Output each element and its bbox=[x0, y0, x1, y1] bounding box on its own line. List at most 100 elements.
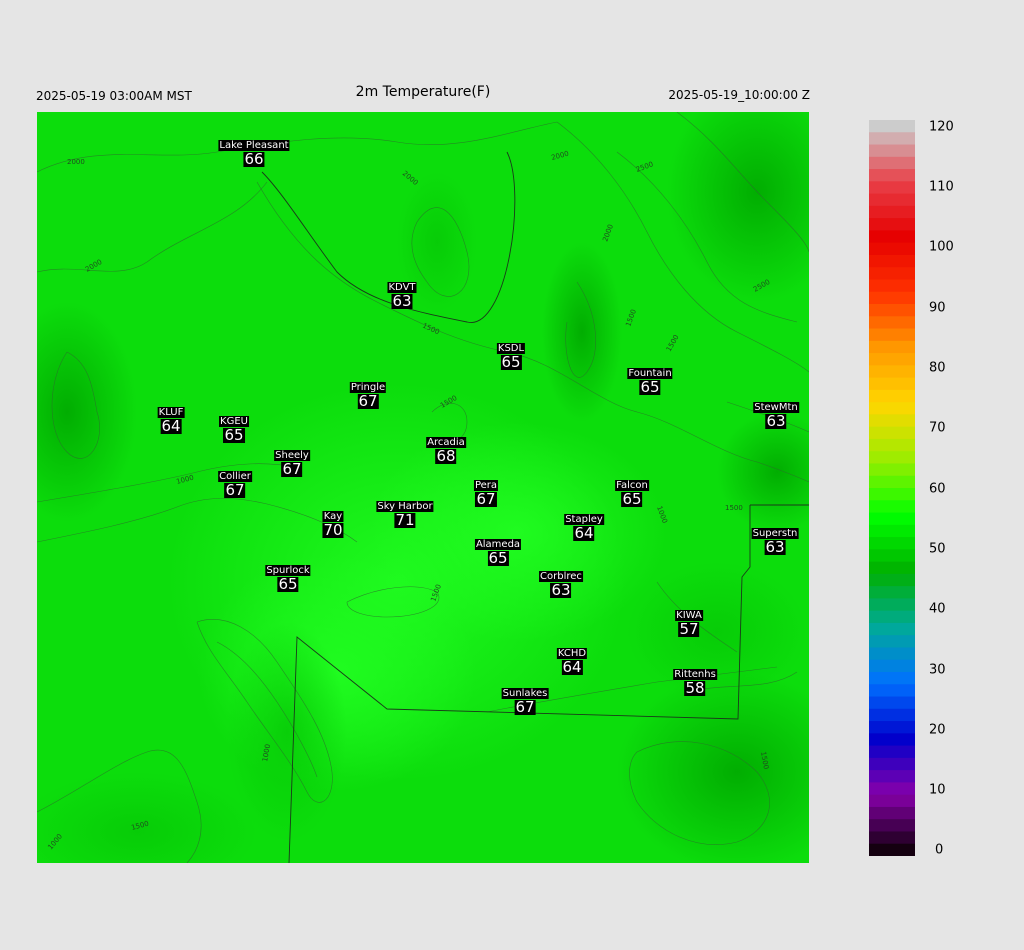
colorbar-segment bbox=[869, 389, 915, 403]
colorbar-segment bbox=[869, 622, 915, 636]
colorbar-segment bbox=[869, 721, 915, 734]
utc-time-label: 2025-05-19_10:00:00 Z bbox=[668, 88, 810, 102]
temperature-map: 2000 2000 2000 2500 2000 1500 2500 2000 … bbox=[37, 112, 809, 863]
colorbar-segment bbox=[869, 782, 915, 796]
station-temperature: 63 bbox=[764, 538, 786, 556]
colorbar-segment bbox=[869, 340, 915, 354]
colorbar-segment bbox=[869, 745, 915, 759]
colorbar-segment bbox=[869, 377, 915, 391]
station-temperature: 63 bbox=[550, 581, 572, 599]
colorbar-segment bbox=[869, 205, 915, 219]
station-temperature: 67 bbox=[224, 481, 246, 499]
station-temperature: 65 bbox=[621, 490, 643, 508]
colorbar-tick: 90 bbox=[929, 300, 946, 316]
colorbar-segment bbox=[869, 757, 915, 771]
contour-label: 1500 bbox=[725, 504, 743, 512]
colorbar-segment bbox=[869, 696, 915, 710]
colorbar-segment bbox=[869, 426, 915, 440]
colorbar-segment bbox=[869, 524, 915, 538]
station-temperature: 67 bbox=[357, 392, 379, 410]
station-temperature: 64 bbox=[573, 524, 595, 542]
colorbar-segment bbox=[869, 291, 915, 305]
colorbar-segment bbox=[869, 181, 915, 195]
colorbar-segment bbox=[869, 672, 915, 685]
colorbar-segment bbox=[869, 537, 915, 550]
colorbar-segment bbox=[869, 365, 915, 379]
station-marker: Sky Harbor 71 bbox=[376, 501, 434, 529]
colorbar-segment bbox=[869, 708, 915, 722]
station-temperature: 58 bbox=[684, 679, 706, 697]
colorbar-tick: 60 bbox=[929, 481, 946, 497]
colorbar-segment bbox=[869, 586, 915, 599]
colorbar-segment bbox=[869, 254, 915, 268]
station-marker: KCHD 64 bbox=[556, 648, 588, 675]
station-marker: Sunlakes 67 bbox=[501, 688, 549, 716]
colorbar-segment bbox=[869, 806, 915, 820]
colorbar-segment bbox=[869, 267, 915, 281]
colorbar-segment bbox=[869, 488, 915, 501]
colorbar-tick: 40 bbox=[929, 601, 946, 617]
station-temperature: 57 bbox=[678, 620, 700, 638]
station-marker: Corblrec 63 bbox=[539, 571, 583, 598]
contour-label: 2000 bbox=[67, 158, 85, 166]
station-temperature: 71 bbox=[394, 511, 416, 529]
colorbar-segment bbox=[869, 169, 915, 182]
station-marker: KDVT 63 bbox=[387, 282, 417, 309]
colorbar-segment bbox=[869, 794, 915, 808]
station-marker: Alameda 65 bbox=[474, 539, 522, 566]
station-marker: KIWA 57 bbox=[675, 610, 703, 637]
station-marker: Pringle 67 bbox=[349, 382, 387, 410]
colorbar-segment bbox=[869, 475, 915, 489]
colorbar-segment bbox=[869, 647, 915, 661]
colorbar-segment bbox=[869, 635, 915, 649]
station-marker: Kay 70 bbox=[322, 511, 344, 539]
colorbar-segment bbox=[869, 659, 915, 673]
colorbar-segment bbox=[869, 733, 915, 747]
colorbar-segment bbox=[869, 414, 915, 428]
colorbar-segment bbox=[869, 218, 915, 231]
colorbar-segment bbox=[869, 120, 915, 133]
colorbar-tick: 10 bbox=[929, 782, 946, 798]
station-temperature: 65 bbox=[277, 575, 299, 593]
colorbar-tick: 20 bbox=[929, 722, 946, 738]
station-marker: Arcadia 68 bbox=[426, 437, 466, 464]
station-temperature: 64 bbox=[160, 417, 182, 435]
colorbar-segment bbox=[869, 598, 915, 612]
station-marker: Lake Pleasant 66 bbox=[218, 140, 290, 167]
station-temperature: 67 bbox=[514, 698, 536, 716]
colorbar-segment bbox=[869, 512, 915, 526]
colorbar-segment bbox=[869, 438, 915, 452]
station-temperature: 70 bbox=[322, 521, 344, 539]
colorbar-segment bbox=[869, 304, 915, 317]
colorbar-segment bbox=[869, 831, 915, 845]
colorbar-segment bbox=[869, 242, 915, 256]
colorbar-segment bbox=[869, 328, 915, 342]
colorbar-segment bbox=[869, 230, 915, 244]
station-temperature: 63 bbox=[765, 412, 787, 430]
colorbar-segment bbox=[869, 684, 915, 698]
colorbar-segment bbox=[869, 193, 915, 207]
station-marker: Sheely 67 bbox=[274, 450, 310, 477]
station-marker: KLUF 64 bbox=[157, 407, 185, 435]
station-marker: Rittenhs 58 bbox=[673, 669, 717, 696]
temperature-colorbar bbox=[869, 120, 915, 856]
station-marker: Fountain 65 bbox=[627, 368, 673, 396]
station-marker: Falcon 65 bbox=[615, 480, 649, 507]
map-background: 2000 2000 2000 2500 2000 1500 2500 2000 … bbox=[37, 112, 809, 863]
colorbar-segment bbox=[869, 463, 915, 477]
colorbar-tick: 30 bbox=[929, 662, 946, 678]
colorbar-segment bbox=[869, 549, 915, 563]
station-marker: Collier 67 bbox=[218, 471, 252, 498]
colorbar-segment bbox=[869, 144, 915, 158]
station-temperature: 65 bbox=[639, 378, 661, 396]
station-marker: StewMtn 63 bbox=[753, 402, 799, 429]
colorbar-segment bbox=[869, 156, 915, 170]
station-temperature: 67 bbox=[281, 460, 303, 478]
colorbar-segment bbox=[869, 819, 915, 833]
colorbar-segment bbox=[869, 451, 915, 465]
station-marker: Superstn 63 bbox=[751, 528, 799, 556]
colorbar-segment bbox=[869, 770, 915, 783]
station-temperature: 68 bbox=[435, 447, 457, 465]
station-marker: KSDL 65 bbox=[496, 343, 526, 370]
colorbar-segment bbox=[869, 561, 915, 575]
